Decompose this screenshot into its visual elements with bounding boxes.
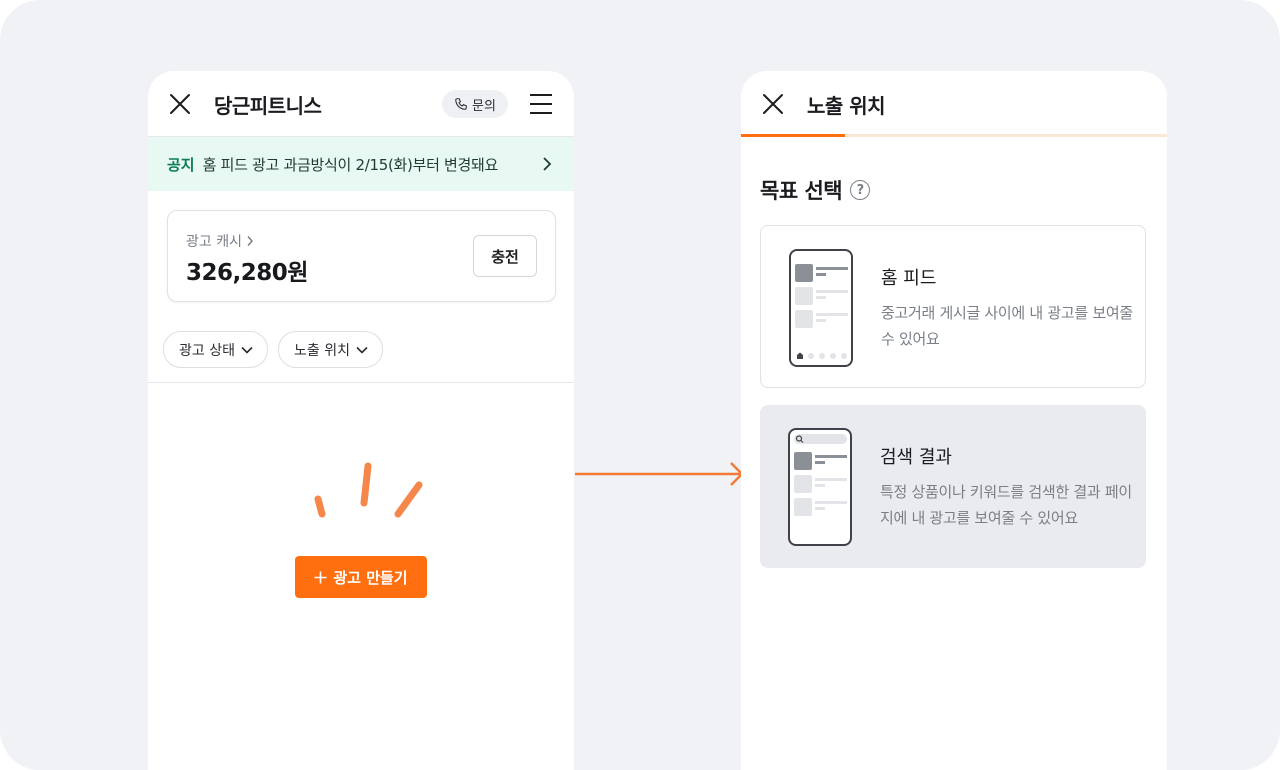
ad-cash-amount: 326,280원 (186, 260, 308, 286)
ad-status-filter[interactable]: 광고 상태 (163, 331, 268, 368)
notice-message: 홈 피드 광고 과금방식이 2/15(화)부터 변경돼요 (202, 155, 499, 174)
help-icon[interactable]: ? (850, 180, 871, 200)
ad-cash-link[interactable]: 광고 캐시 (186, 231, 254, 251)
hamburger-menu-icon[interactable] (529, 93, 553, 115)
placement-filter[interactable]: 노출 위치 (277, 331, 383, 368)
charge-button[interactable]: 충전 (473, 235, 537, 277)
header: 당근피트니스 문의 (148, 71, 574, 137)
option-home-feed[interactable]: 홈 피드 중고거래 게시글 사이에 내 광고를 보여줄 수 있어요 (760, 225, 1146, 388)
plus-icon (314, 571, 327, 583)
goal-title: 목표 선택 (760, 179, 843, 203)
close-icon[interactable] (761, 92, 785, 116)
filter-label: 노출 위치 (293, 342, 350, 359)
search-results-phone-icon (788, 428, 852, 546)
sparkle-illustration (314, 462, 423, 518)
progress-bar (741, 134, 1167, 137)
app-title: 당근피트니스 (214, 94, 322, 118)
chevron-down-icon (241, 346, 253, 354)
progress-fill (741, 134, 845, 137)
chevron-right-icon (543, 157, 552, 171)
filter-label: 광고 상태 (179, 342, 235, 359)
inquiry-label: 문의 (472, 98, 496, 114)
content-divider (148, 382, 574, 383)
filter-bar: 광고 상태 노출 위치 (163, 331, 383, 368)
chevron-right-icon (247, 236, 253, 246)
close-icon[interactable] (168, 92, 192, 116)
ad-cash-label: 광고 캐시 (186, 234, 242, 250)
home-feed-phone-icon (789, 249, 853, 367)
create-ad-label: 광고 만들기 (333, 568, 408, 587)
goal-heading: 목표 선택 ? (760, 175, 871, 205)
inquiry-button[interactable]: 문의 (442, 90, 508, 118)
option-description: 특정 상품이나 키워드를 검색한 결과 페이지에 내 광고를 보여줄 수 있어요 (880, 483, 1132, 527)
chevron-down-icon (356, 346, 368, 354)
option-description: 중고거래 게시글 사이에 내 광고를 보여줄 수 있어요 (881, 304, 1133, 348)
option-title: 검색 결과 (880, 447, 952, 468)
notice-tag: 공지 (167, 155, 195, 174)
option-title: 홈 피드 (881, 268, 937, 289)
phone-icon (455, 98, 467, 110)
header: 노출 위치 (741, 71, 1167, 137)
arrow-right-icon (575, 462, 744, 486)
canvas: 당근피트니스 문의 공지 홈 피드 광고 과금방식이 2/15(화)부터 변경돼… (0, 0, 1280, 770)
placement-screen: 노출 위치 목표 선택 ? 홈 피드 중고거래 게시글 사이에 내 광고를 보여… (741, 71, 1167, 770)
screen-title: 노출 위치 (807, 94, 886, 118)
create-ad-button[interactable]: 광고 만들기 (295, 556, 427, 598)
option-search-results[interactable]: 검색 결과 특정 상품이나 키워드를 검색한 결과 페이지에 내 광고를 보여줄… (760, 405, 1146, 568)
notice-banner[interactable]: 공지 홈 피드 광고 과금방식이 2/15(화)부터 변경돼요 (148, 137, 574, 191)
ad-cash-card: 광고 캐시 326,280원 충전 (167, 210, 556, 302)
ad-dashboard-screen: 당근피트니스 문의 공지 홈 피드 광고 과금방식이 2/15(화)부터 변경돼… (148, 71, 574, 770)
